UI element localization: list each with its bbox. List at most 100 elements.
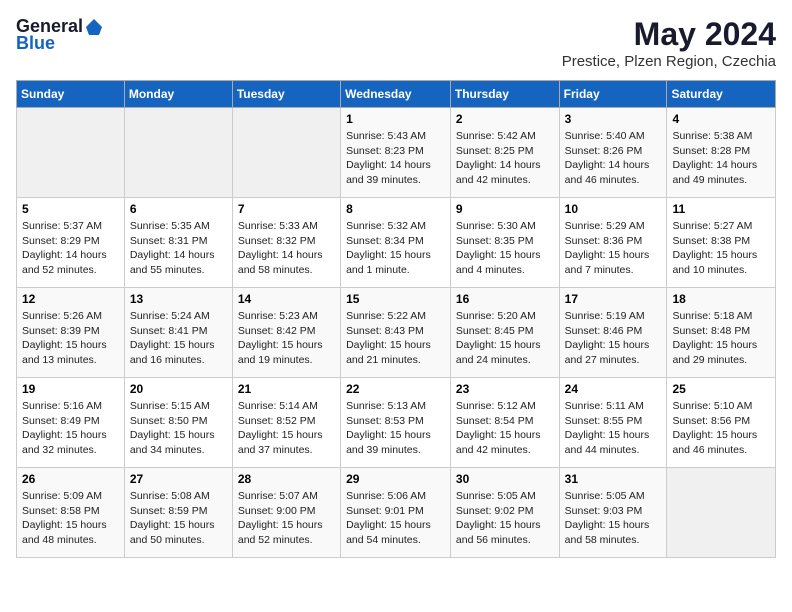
day-info: Sunrise: 5:38 AM Sunset: 8:28 PM Dayligh… xyxy=(672,129,770,188)
day-info: Sunrise: 5:20 AM Sunset: 8:45 PM Dayligh… xyxy=(456,309,554,368)
day-number: 4 xyxy=(672,112,770,126)
calendar-cell: 12 Sunrise: 5:26 AM Sunset: 8:39 PM Dayli… xyxy=(17,288,125,378)
day-number: 1 xyxy=(346,112,445,126)
day-number: 6 xyxy=(130,202,227,216)
day-number: 21 xyxy=(238,382,335,396)
calendar-cell xyxy=(667,468,776,558)
calendar-cell: 17Sunrise: 5:19 AM Sunset: 8:46 PM Dayli… xyxy=(559,288,667,378)
day-info: Sunrise: 5:35 AM Sunset: 8:31 PM Dayligh… xyxy=(130,219,227,278)
day-number: 14 xyxy=(238,292,335,306)
day-info: Sunrise: 5:42 AM Sunset: 8:25 PM Dayligh… xyxy=(456,129,554,188)
calendar-cell: 29 Sunrise: 5:06 AM Sunset: 9:01 PM Dayli… xyxy=(341,468,451,558)
header-tuesday: Tuesday xyxy=(232,81,340,108)
calendar-week-row: 19 Sunrise: 5:16 AM Sunset: 8:49 PM Dayli… xyxy=(17,378,776,468)
day-info: Sunrise: 5:19 AM Sunset: 8:46 PM Dayligh… xyxy=(565,309,662,368)
location-subtitle: Prestice, Plzen Region, Czechia xyxy=(562,53,776,70)
calendar-cell: 24Sunrise: 5:11 AM Sunset: 8:55 PM Dayli… xyxy=(559,378,667,468)
calendar-cell: 13 Sunrise: 5:24 AM Sunset: 8:41 PM Dayli… xyxy=(124,288,232,378)
calendar-cell xyxy=(124,108,232,198)
calendar-cell: 2 Sunrise: 5:42 AM Sunset: 8:25 PM Daylig… xyxy=(450,108,559,198)
day-info: Sunrise: 5:12 AM Sunset: 8:54 PM Dayligh… xyxy=(456,399,554,458)
day-number: 27 xyxy=(130,472,227,486)
calendar-week-row: 26Sunrise: 5:09 AM Sunset: 8:58 PM Dayli… xyxy=(17,468,776,558)
day-number: 29 xyxy=(346,472,445,486)
page-header: General Blue May 2024 Prestice, Plzen Re… xyxy=(16,16,776,70)
day-info: Sunrise: 5:32 AM Sunset: 8:34 PM Dayligh… xyxy=(346,219,445,278)
calendar-cell: 23 Sunrise: 5:12 AM Sunset: 8:54 PM Dayli… xyxy=(450,378,559,468)
day-info: Sunrise: 5:37 AM Sunset: 8:29 PM Dayligh… xyxy=(22,219,119,278)
calendar-week-row: 1 Sunrise: 5:43 AM Sunset: 8:23 PM Daylig… xyxy=(17,108,776,198)
day-number: 13 xyxy=(130,292,227,306)
day-number: 12 xyxy=(22,292,119,306)
calendar-cell: 21 Sunrise: 5:14 AM Sunset: 8:52 PM Dayli… xyxy=(232,378,340,468)
calendar-cell: 11Sunrise: 5:27 AM Sunset: 8:38 PM Dayli… xyxy=(667,198,776,288)
day-info: Sunrise: 5:40 AM Sunset: 8:26 PM Dayligh… xyxy=(565,129,662,188)
day-info: Sunrise: 5:13 AM Sunset: 8:53 PM Dayligh… xyxy=(346,399,445,458)
day-info: Sunrise: 5:30 AM Sunset: 8:35 PM Dayligh… xyxy=(456,219,554,278)
month-year-title: May 2024 xyxy=(562,16,776,53)
calendar-cell: 31 Sunrise: 5:05 AM Sunset: 9:03 PM Dayli… xyxy=(559,468,667,558)
title-section: May 2024 Prestice, Plzen Region, Czechia xyxy=(562,16,776,70)
calendar-cell: 1 Sunrise: 5:43 AM Sunset: 8:23 PM Daylig… xyxy=(341,108,451,198)
day-info: Sunrise: 5:05 AM Sunset: 9:03 PM Dayligh… xyxy=(565,489,662,548)
calendar-cell: 10 Sunrise: 5:29 AM Sunset: 8:36 PM Dayli… xyxy=(559,198,667,288)
calendar-cell: 26Sunrise: 5:09 AM Sunset: 8:58 PM Dayli… xyxy=(17,468,125,558)
calendar-cell: 14 Sunrise: 5:23 AM Sunset: 8:42 PM Dayli… xyxy=(232,288,340,378)
day-info: Sunrise: 5:09 AM Sunset: 8:58 PM Dayligh… xyxy=(22,489,119,548)
header-friday: Friday xyxy=(559,81,667,108)
day-number: 30 xyxy=(456,472,554,486)
day-info: Sunrise: 5:29 AM Sunset: 8:36 PM Dayligh… xyxy=(565,219,662,278)
calendar-cell xyxy=(17,108,125,198)
calendar-cell: 22 Sunrise: 5:13 AM Sunset: 8:53 PM Dayli… xyxy=(341,378,451,468)
day-number: 31 xyxy=(565,472,662,486)
day-info: Sunrise: 5:14 AM Sunset: 8:52 PM Dayligh… xyxy=(238,399,335,458)
day-number: 23 xyxy=(456,382,554,396)
calendar-cell: 9 Sunrise: 5:30 AM Sunset: 8:35 PM Daylig… xyxy=(450,198,559,288)
day-number: 2 xyxy=(456,112,554,126)
day-info: Sunrise: 5:07 AM Sunset: 9:00 PM Dayligh… xyxy=(238,489,335,548)
calendar-cell: 6 Sunrise: 5:35 AM Sunset: 8:31 PM Daylig… xyxy=(124,198,232,288)
header-wednesday: Wednesday xyxy=(341,81,451,108)
logo-blue-text: Blue xyxy=(16,33,55,54)
day-number: 19 xyxy=(22,382,119,396)
logo-icon xyxy=(85,18,103,36)
day-number: 20 xyxy=(130,382,227,396)
day-info: Sunrise: 5:23 AM Sunset: 8:42 PM Dayligh… xyxy=(238,309,335,368)
calendar-cell: 28 Sunrise: 5:07 AM Sunset: 9:00 PM Dayli… xyxy=(232,468,340,558)
calendar-table: SundayMondayTuesdayWednesdayThursdayFrid… xyxy=(16,80,776,558)
day-info: Sunrise: 5:24 AM Sunset: 8:41 PM Dayligh… xyxy=(130,309,227,368)
day-number: 7 xyxy=(238,202,335,216)
day-info: Sunrise: 5:22 AM Sunset: 8:43 PM Dayligh… xyxy=(346,309,445,368)
day-info: Sunrise: 5:05 AM Sunset: 9:02 PM Dayligh… xyxy=(456,489,554,548)
day-info: Sunrise: 5:16 AM Sunset: 8:49 PM Dayligh… xyxy=(22,399,119,458)
day-number: 5 xyxy=(22,202,119,216)
day-info: Sunrise: 5:33 AM Sunset: 8:32 PM Dayligh… xyxy=(238,219,335,278)
header-thursday: Thursday xyxy=(450,81,559,108)
day-info: Sunrise: 5:11 AM Sunset: 8:55 PM Dayligh… xyxy=(565,399,662,458)
day-info: Sunrise: 5:15 AM Sunset: 8:50 PM Dayligh… xyxy=(130,399,227,458)
calendar-cell: 20 Sunrise: 5:15 AM Sunset: 8:50 PM Dayli… xyxy=(124,378,232,468)
calendar-cell xyxy=(232,108,340,198)
day-number: 11 xyxy=(672,202,770,216)
day-number: 22 xyxy=(346,382,445,396)
calendar-cell: 16Sunrise: 5:20 AM Sunset: 8:45 PM Dayli… xyxy=(450,288,559,378)
day-info: Sunrise: 5:26 AM Sunset: 8:39 PM Dayligh… xyxy=(22,309,119,368)
calendar-cell: 27 Sunrise: 5:08 AM Sunset: 8:59 PM Dayli… xyxy=(124,468,232,558)
day-info: Sunrise: 5:08 AM Sunset: 8:59 PM Dayligh… xyxy=(130,489,227,548)
day-info: Sunrise: 5:43 AM Sunset: 8:23 PM Dayligh… xyxy=(346,129,445,188)
day-number: 25 xyxy=(672,382,770,396)
day-number: 8 xyxy=(346,202,445,216)
day-number: 9 xyxy=(456,202,554,216)
calendar-cell: 7 Sunrise: 5:33 AM Sunset: 8:32 PM Daylig… xyxy=(232,198,340,288)
header-saturday: Saturday xyxy=(667,81,776,108)
calendar-week-row: 12 Sunrise: 5:26 AM Sunset: 8:39 PM Dayli… xyxy=(17,288,776,378)
logo: General Blue xyxy=(16,16,103,54)
calendar-week-row: 5 Sunrise: 5:37 AM Sunset: 8:29 PM Daylig… xyxy=(17,198,776,288)
day-number: 28 xyxy=(238,472,335,486)
day-number: 10 xyxy=(565,202,662,216)
calendar-cell: 4 Sunrise: 5:38 AM Sunset: 8:28 PM Daylig… xyxy=(667,108,776,198)
day-info: Sunrise: 5:06 AM Sunset: 9:01 PM Dayligh… xyxy=(346,489,445,548)
day-info: Sunrise: 5:10 AM Sunset: 8:56 PM Dayligh… xyxy=(672,399,770,458)
calendar-cell: 5 Sunrise: 5:37 AM Sunset: 8:29 PM Daylig… xyxy=(17,198,125,288)
calendar-cell: 8 Sunrise: 5:32 AM Sunset: 8:34 PM Daylig… xyxy=(341,198,451,288)
